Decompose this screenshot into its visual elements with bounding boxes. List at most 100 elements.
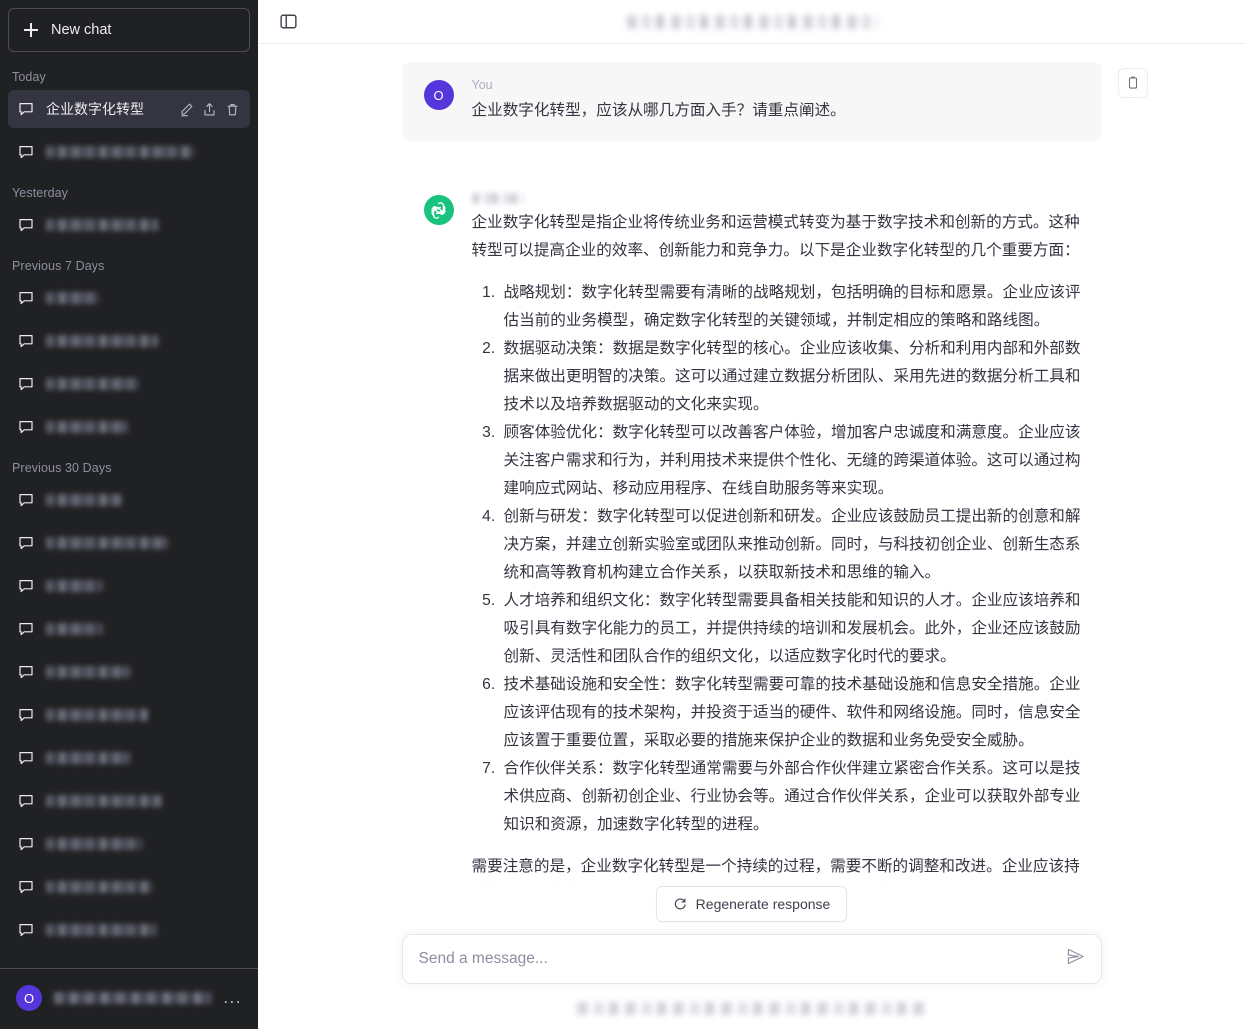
list-item: 创新与研发：数字化转型可以促进创新和研发。企业应该鼓励员工提出新的创意和解决方案… <box>500 503 1082 587</box>
chat-item-title-censored <box>46 494 122 506</box>
chat-item-active[interactable]: 企业数字化转型 <box>8 90 250 128</box>
chat-bubble-icon <box>18 376 34 392</box>
send-icon <box>1066 947 1085 966</box>
sidebar-toggle-button[interactable] <box>274 8 302 36</box>
chat-item[interactable] <box>8 524 250 562</box>
chat-item-title-censored <box>46 881 152 893</box>
chat-item[interactable] <box>8 279 250 317</box>
chat-item-title-censored <box>46 752 130 764</box>
message-ordered-list: 战略规划：数字化转型需要有清晰的战略规划，包括明确的目标和愿景。企业应该评估当前… <box>472 279 1082 839</box>
delete-chat-button[interactable] <box>225 102 240 117</box>
chat-group-label: Previous 7 Days <box>8 249 250 279</box>
chat-bubble-icon <box>18 419 34 435</box>
chat-item[interactable] <box>8 481 250 519</box>
chat-bubble-icon <box>18 290 34 306</box>
message-text: 企业数字化转型是指企业将传统业务和运营模式转变为基于数字技术和创新的方式。这种转… <box>472 209 1082 886</box>
chat-item-title-censored <box>46 335 158 347</box>
copy-message-button[interactable] <box>1118 68 1148 98</box>
chat-bubble-icon <box>18 879 34 895</box>
chat-item-title-censored <box>46 924 156 936</box>
composer-area: Regenerate response <box>258 886 1245 1029</box>
chat-item[interactable] <box>8 825 250 863</box>
user-account-row[interactable]: O ... <box>10 979 248 1017</box>
chat-item[interactable] <box>8 322 250 360</box>
chat-item-title-censored <box>46 421 128 433</box>
chat-bubble-icon <box>18 535 34 551</box>
user-name-censored <box>54 992 211 1004</box>
chat-history-list[interactable]: Today企业数字化转型 Yesterday Previous 7 Days Prev… <box>0 56 258 968</box>
chat-item-actions <box>179 102 240 117</box>
chat-item-title-censored <box>46 666 130 678</box>
conversation-title-censored <box>627 15 877 29</box>
chat-item[interactable] <box>8 133 250 171</box>
chat-group-label: Previous 30 Days <box>8 451 250 481</box>
list-item: 人才培养和组织文化：数字化转型需要具备相关技能和知识的人才。企业应该培养和吸引具… <box>500 587 1082 671</box>
chat-item[interactable] <box>8 567 250 605</box>
message-paragraph: 企业数字化转型是指企业将传统业务和运营模式转变为基于数字技术和创新的方式。这种转… <box>472 209 1082 265</box>
chat-item-title-censored <box>46 146 194 158</box>
chat-item-title-censored <box>46 219 158 231</box>
chat-bubble-icon <box>18 793 34 809</box>
message-text: 企业数字化转型，应该从哪几方面入手？请重点阐述。 <box>472 97 1082 125</box>
user-avatar: O <box>16 985 42 1011</box>
message-paragraph: 企业数字化转型，应该从哪几方面入手？请重点阐述。 <box>472 97 1082 125</box>
list-item: 战略规划：数字化转型需要有清晰的战略规划，包括明确的目标和愿景。企业应该评估当前… <box>500 279 1082 335</box>
chat-bubble-icon <box>18 333 34 349</box>
list-item: 合作伙伴关系：数字化转型通常需要与外部合作伙伴建立紧密合作关系。这可以是技术供应… <box>500 755 1082 839</box>
new-chat-label: New chat <box>51 22 111 38</box>
message-closing-paragraph: 需要注意的是，企业数字化转型是一个持续的过程，需要不断的调整和改进。企业应该持续… <box>472 853 1082 886</box>
sidebar: New chat Today企业数字化转型 Yesterday Previous 7… <box>0 0 258 1029</box>
top-bar <box>258 0 1245 44</box>
chat-bubble-icon <box>18 578 34 594</box>
message-assistant: 企业数字化转型是指企业将传统业务和运营模式转变为基于数字技术和创新的方式。这种转… <box>258 159 1245 886</box>
chat-group-label: Today <box>8 60 250 90</box>
regenerate-response-label: Regenerate response <box>696 896 831 912</box>
edit-chat-button[interactable] <box>179 102 194 117</box>
chat-item[interactable] <box>8 408 250 446</box>
regenerate-response-button[interactable]: Regenerate response <box>656 886 848 922</box>
chat-item[interactable] <box>8 610 250 648</box>
chat-bubble-icon <box>18 621 34 637</box>
share-chat-button[interactable] <box>202 102 217 117</box>
share-icon <box>202 102 217 117</box>
message-input[interactable] <box>419 950 1066 968</box>
message-composer[interactable] <box>402 934 1102 984</box>
chat-bubble-icon <box>18 664 34 680</box>
chat-bubble-icon <box>18 750 34 766</box>
user-menu-icon[interactable]: ... <box>223 988 242 1008</box>
conversation-scroll[interactable]: O You 企业数字化转型，应该从哪几方面入手？请重点阐述。企业数字化转型是指企业将… <box>258 44 1245 886</box>
chat-item-title-censored <box>46 537 168 549</box>
chat-item[interactable] <box>8 696 250 734</box>
send-button[interactable] <box>1066 947 1085 971</box>
copy-icon <box>1126 76 1140 90</box>
message-user: O You 企业数字化转型，应该从哪几方面入手？请重点阐述。 <box>258 44 1245 159</box>
main-panel: O You 企业数字化转型，应该从哪几方面入手？请重点阐述。企业数字化转型是指企业将… <box>258 0 1245 1029</box>
chat-item[interactable] <box>8 206 250 244</box>
footer-note-censored <box>577 1002 927 1015</box>
chat-item-title-censored <box>46 795 162 807</box>
refresh-icon <box>673 897 687 911</box>
chat-item-title-censored <box>46 580 102 592</box>
chat-item-title-censored <box>46 709 148 721</box>
edit-icon <box>179 102 194 117</box>
chat-item-title-censored <box>46 292 100 304</box>
message-author: You <box>472 78 1082 92</box>
chat-item[interactable] <box>8 911 250 949</box>
message-author-censored <box>472 193 1082 204</box>
user-message-avatar: O <box>424 80 454 110</box>
chat-item[interactable] <box>8 739 250 777</box>
list-item: 数据驱动决策：数据是数字化转型的核心。企业应该收集、分析和利用内部和外部数据来做… <box>500 335 1082 419</box>
chat-bubble-icon <box>18 101 34 117</box>
chat-item[interactable] <box>8 782 250 820</box>
chat-group-label: Yesterday <box>8 176 250 206</box>
chatgpt-logo-icon <box>428 200 449 221</box>
chat-bubble-icon <box>18 922 34 938</box>
chat-item[interactable] <box>8 653 250 691</box>
chat-item[interactable] <box>8 365 250 403</box>
delete-icon <box>225 102 240 117</box>
new-chat-button[interactable]: New chat <box>8 8 250 52</box>
list-item: 顾客体验优化：数字化转型可以改善客户体验，增加客户忠诚度和满意度。企业应该关注客… <box>500 419 1082 503</box>
chat-bubble-icon <box>18 836 34 852</box>
chat-item-title-censored <box>46 378 140 390</box>
chat-item[interactable] <box>8 868 250 906</box>
